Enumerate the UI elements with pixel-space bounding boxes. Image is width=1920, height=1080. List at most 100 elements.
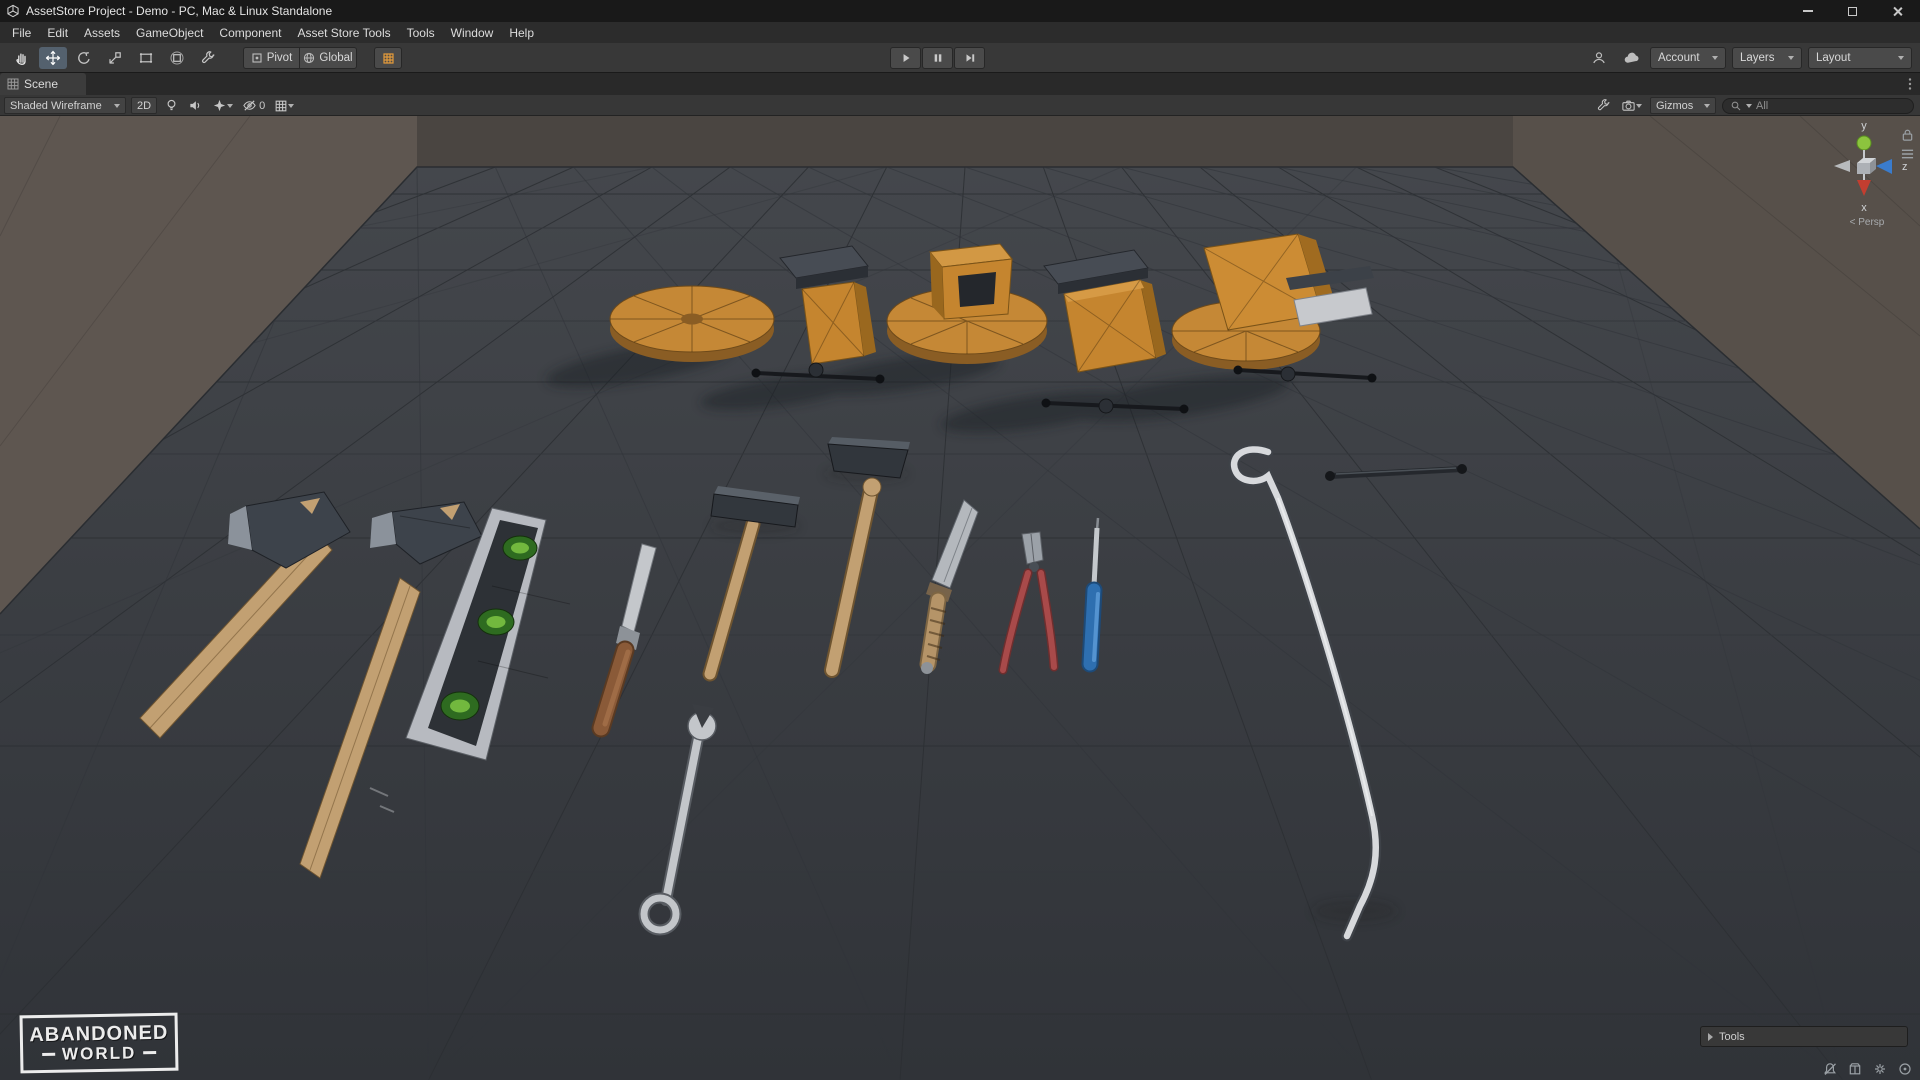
- negative-axis-handle[interactable]: [1834, 160, 1850, 172]
- 2d-toggle-button[interactable]: 2D: [131, 97, 158, 114]
- projection-label[interactable]: < Persp: [1850, 217, 1885, 228]
- activity-icon[interactable]: [1898, 1062, 1912, 1076]
- scene-visibility-toggle[interactable]: 0: [240, 97, 267, 114]
- gizmos-dropdown[interactable]: Gizmos: [1650, 97, 1716, 114]
- z-axis-handle[interactable]: [1876, 159, 1892, 174]
- watermark-line1: ABANDONED: [29, 1021, 169, 1046]
- scene-search-field[interactable]: All: [1722, 97, 1914, 114]
- hidden-count: 0: [259, 99, 266, 112]
- scene-view-toolbar: Shaded Wireframe 2D 0 Gizmos All: [0, 95, 1920, 116]
- chevron-down-icon: [1712, 56, 1718, 60]
- menu-asset-store-tools[interactable]: Asset Store Tools: [289, 23, 398, 43]
- unity-logo-icon: [6, 4, 20, 18]
- gizmo-cube[interactable]: [1857, 163, 1870, 174]
- axis-y-label: y: [1861, 120, 1867, 132]
- eye-slash-icon: [243, 100, 256, 111]
- chevron-down-icon: [1636, 103, 1642, 108]
- scene-grid-dropdown[interactable]: [272, 97, 296, 114]
- hand-tool-button[interactable]: [8, 47, 36, 69]
- axis-x-label: x: [1861, 202, 1867, 214]
- maximize-icon: [1848, 6, 1857, 16]
- close-button[interactable]: [1875, 0, 1920, 22]
- layers-label: Layers: [1740, 52, 1775, 64]
- orange-grid-icon: [382, 52, 394, 64]
- window-title: AssetStore Project - Demo - PC, Mac & Li…: [26, 4, 333, 18]
- custom-tool-icon: [202, 51, 215, 64]
- 2d-label: 2D: [137, 99, 152, 112]
- x-axis-handle[interactable]: [1857, 180, 1871, 196]
- chevron-down-icon: [1788, 56, 1794, 60]
- scale-icon: [109, 52, 121, 64]
- globe-icon: [304, 52, 315, 64]
- gear-icon[interactable]: [1873, 1062, 1887, 1076]
- scale-tool-button[interactable]: [101, 47, 129, 69]
- scene-render[interactable]: [0, 116, 1920, 1080]
- move-tool-button[interactable]: [39, 47, 67, 69]
- abandoned-world-watermark: ABANDONED WORLD: [19, 1012, 179, 1074]
- snap-grid-button[interactable]: [374, 47, 402, 69]
- account-dropdown[interactable]: Account: [1650, 47, 1726, 69]
- layout-dropdown[interactable]: Layout: [1808, 47, 1912, 69]
- notifications-muted-icon[interactable]: [1823, 1062, 1837, 1076]
- search-value: All: [1756, 99, 1769, 112]
- custom-tool-button[interactable]: [194, 47, 222, 69]
- rotate-icon: [78, 52, 90, 64]
- pivot-label: Pivot: [266, 52, 293, 64]
- global-toggle-button[interactable]: Global: [299, 47, 357, 69]
- unity-editor-window: AssetStore Project - Demo - PC, Mac & Li…: [0, 0, 1920, 1080]
- menu-file[interactable]: File: [4, 23, 39, 43]
- pivot-toggle-button[interactable]: Pivot: [243, 47, 299, 69]
- rect-tool-button[interactable]: [132, 47, 160, 69]
- pivot-global-toggle: Pivot Global: [243, 47, 357, 69]
- model-grinding-wheel[interactable]: [609, 285, 775, 362]
- scene-lighting-button[interactable]: [162, 97, 181, 114]
- cloud-button[interactable]: [1618, 47, 1644, 69]
- menu-help[interactable]: Help: [501, 23, 542, 43]
- package-icon[interactable]: [1848, 1062, 1862, 1076]
- layout-label: Layout: [1816, 52, 1851, 64]
- layers-dropdown[interactable]: Layers: [1732, 47, 1802, 69]
- pause-button[interactable]: [922, 47, 953, 69]
- draw-mode-dropdown[interactable]: Shaded Wireframe: [4, 97, 126, 114]
- menu-component[interactable]: Component: [211, 23, 289, 43]
- tools-overlay-label: Tools: [1719, 1030, 1745, 1043]
- minimize-icon: [1802, 10, 1813, 12]
- scene-audio-button[interactable]: [186, 97, 205, 114]
- global-label: Global: [319, 52, 353, 64]
- step-icon: [966, 54, 974, 62]
- rotate-tool-button[interactable]: [70, 47, 98, 69]
- tools-overlay-panel[interactable]: Tools: [1700, 1026, 1908, 1047]
- lock-icon[interactable]: [1901, 128, 1914, 147]
- transform-tool-button[interactable]: [163, 47, 191, 69]
- collab-button[interactable]: [1586, 47, 1612, 69]
- window-controls: [1785, 0, 1920, 22]
- play-icon: [903, 54, 909, 62]
- close-icon: [1892, 6, 1903, 17]
- menu-bar: File Edit Assets GameObject Component As…: [0, 22, 1920, 43]
- menu-window[interactable]: Window: [443, 23, 502, 43]
- menu-tools[interactable]: Tools: [399, 23, 443, 43]
- transform-tools: Pivot Global: [8, 47, 402, 69]
- play-button[interactable]: [890, 47, 921, 69]
- wrench-icon: [1597, 99, 1610, 111]
- scene-effects-dropdown[interactable]: [210, 97, 235, 114]
- menu-gameobject[interactable]: GameObject: [128, 23, 211, 43]
- step-button[interactable]: [954, 47, 985, 69]
- scene-camera-dropdown[interactable]: [1619, 97, 1644, 114]
- minimize-button[interactable]: [1785, 0, 1830, 22]
- scene-tab[interactable]: Scene: [0, 73, 86, 95]
- panel-menu-icon[interactable]: [1904, 76, 1916, 97]
- viewport-menu-icon[interactable]: [1901, 147, 1914, 165]
- maximize-button[interactable]: [1830, 0, 1875, 22]
- scene-tab-label: Scene: [24, 77, 59, 91]
- rect-icon: [139, 53, 153, 63]
- model-mallet-head[interactable]: [827, 437, 910, 479]
- menu-edit[interactable]: Edit: [39, 23, 76, 43]
- editor-tools-button[interactable]: [1594, 97, 1613, 114]
- toolbar-right: Account Layers Layout: [1586, 47, 1912, 69]
- chevron-down-icon: [288, 103, 295, 108]
- y-axis-handle[interactable]: [1856, 135, 1872, 151]
- scene-toolbar-left: Shaded Wireframe 2D 0: [4, 97, 296, 114]
- menu-assets[interactable]: Assets: [76, 23, 128, 43]
- scene-viewport[interactable]: y x z < Persp ABANDONED WORLD Tools: [0, 116, 1920, 1080]
